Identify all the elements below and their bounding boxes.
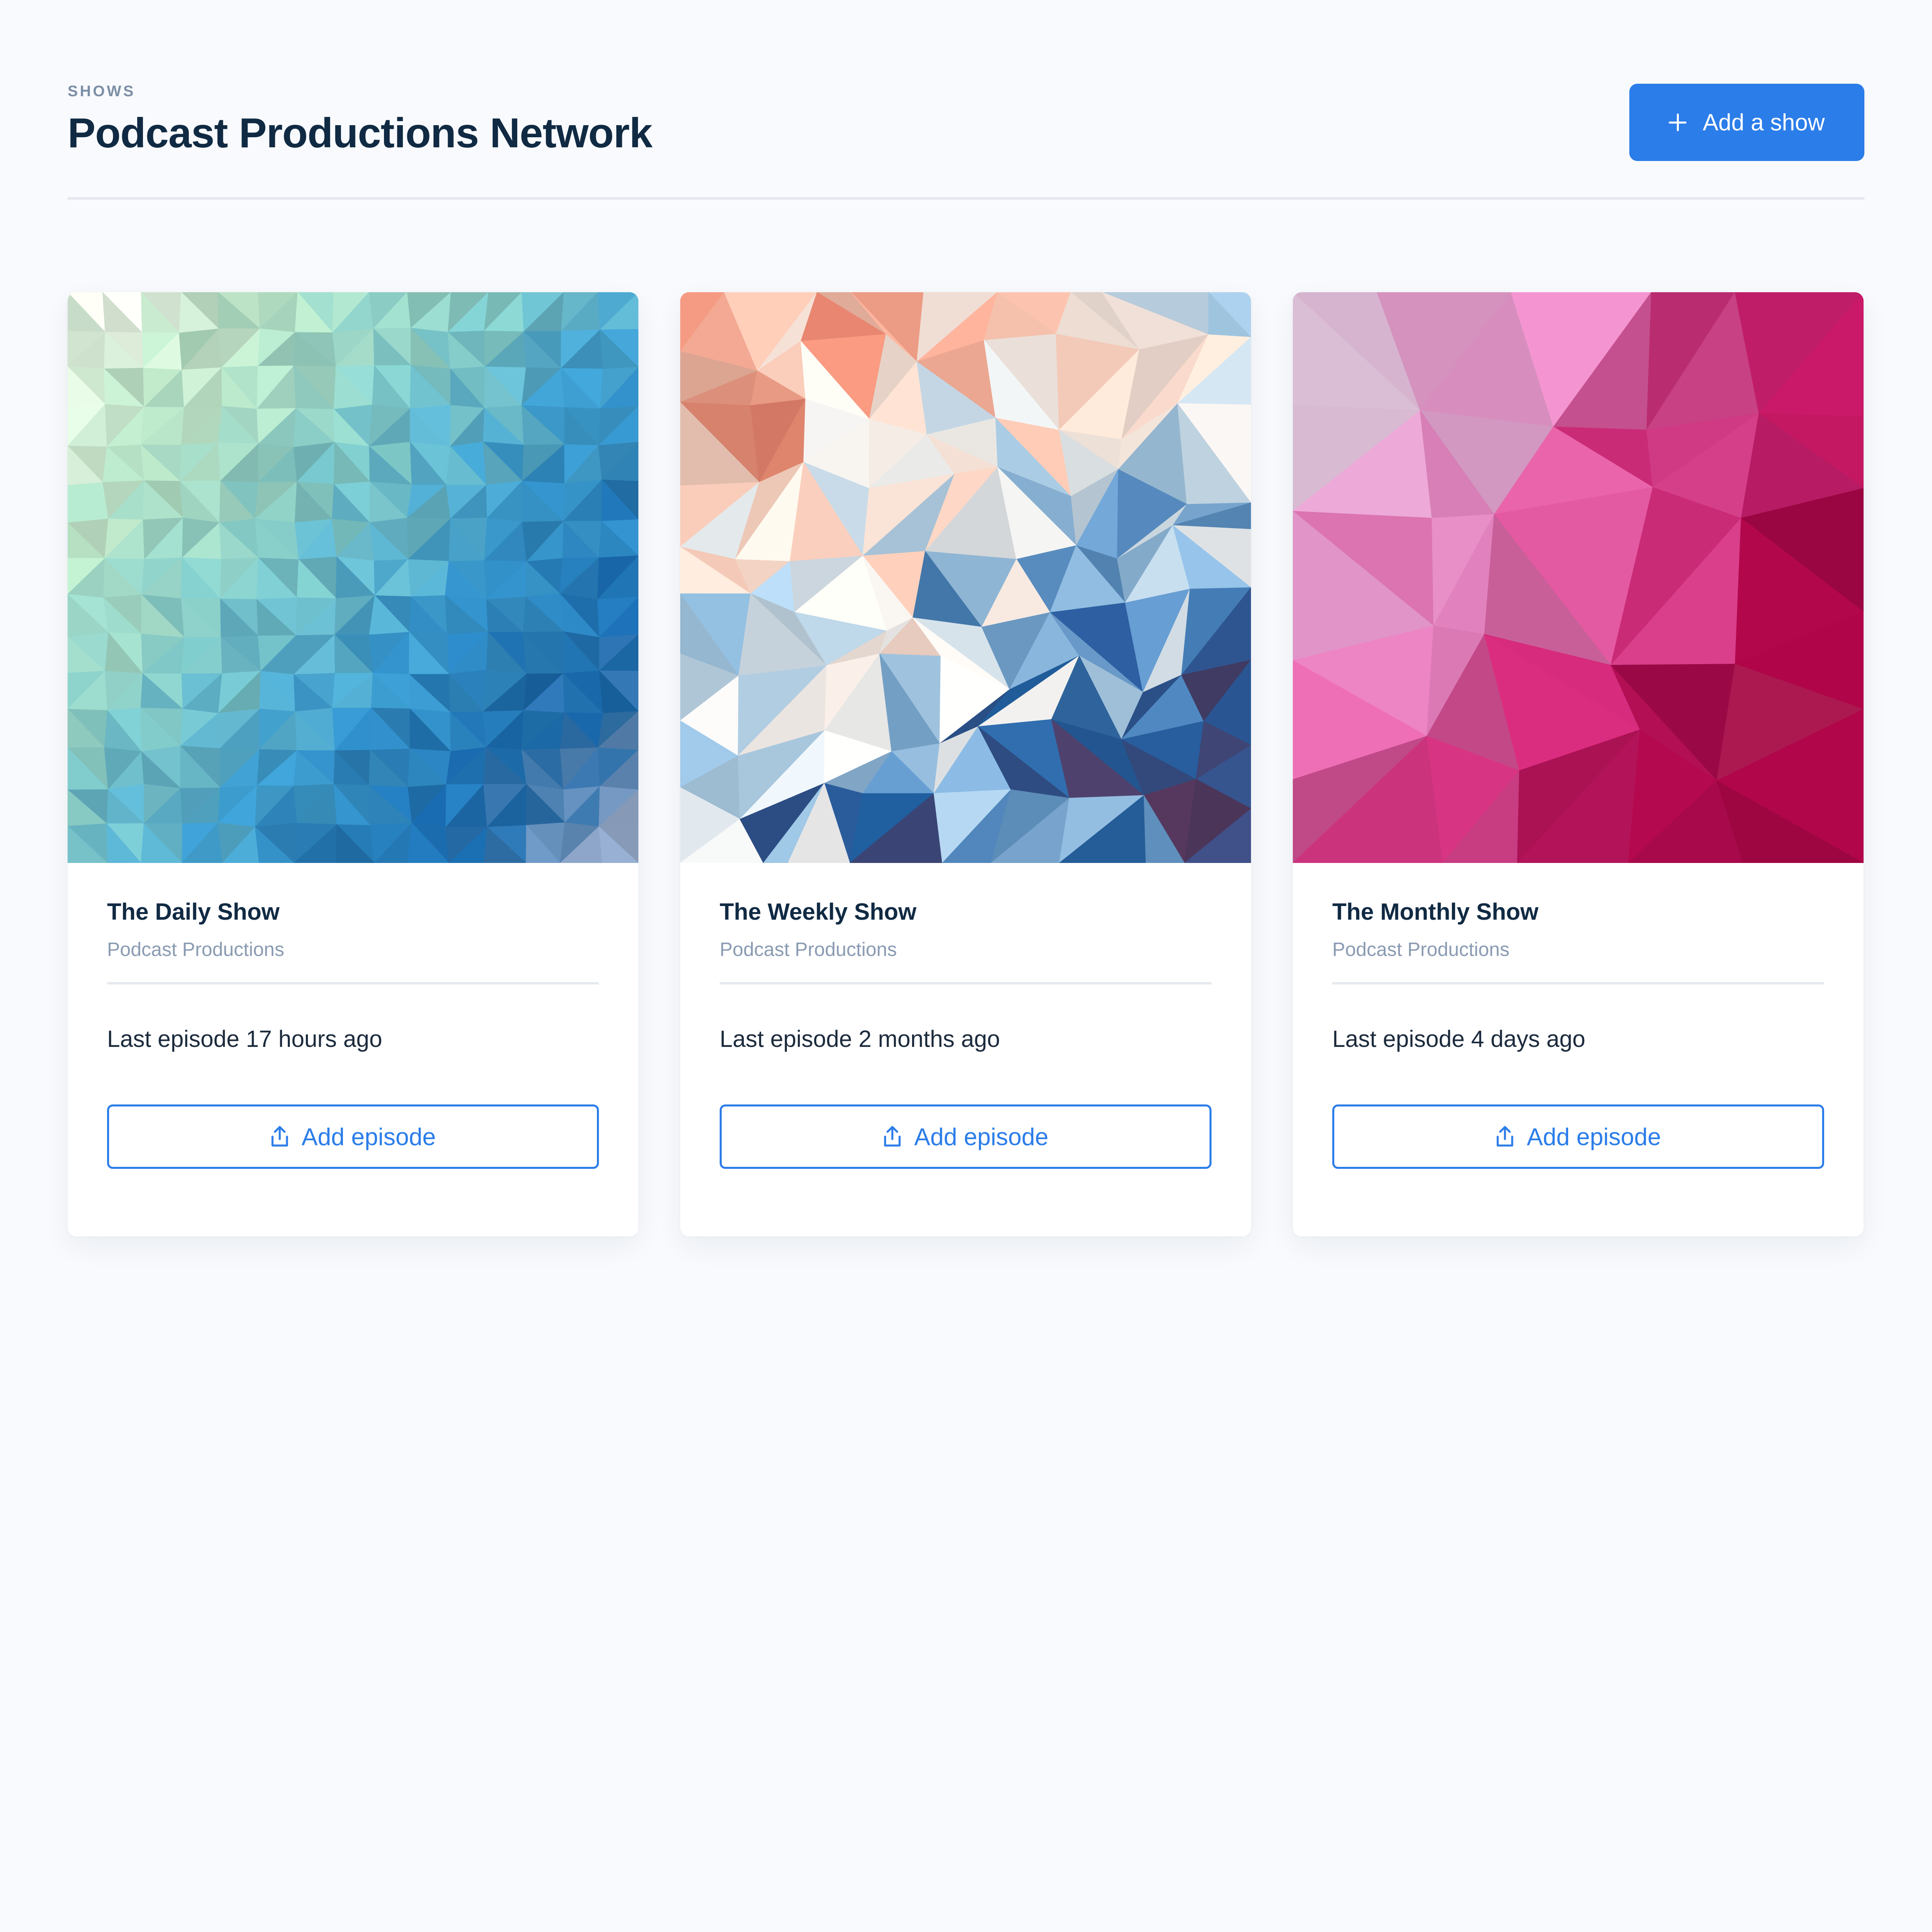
divider [107,982,599,985]
cover-artwork [68,292,638,863]
upload-icon [883,1125,902,1148]
show-card[interactable]: The Monthly Show Podcast Productions Las… [1293,292,1864,1236]
add-show-button[interactable]: Add a show [1629,84,1864,161]
last-episode-text: Last episode 4 days ago [1332,1026,1585,1052]
add-episode-button[interactable]: Add episode [107,1104,599,1169]
add-episode-label: Add episode [1527,1123,1661,1150]
card-body: The Weekly Show Podcast Productions Last… [720,863,1212,1236]
upload-icon [1495,1125,1515,1148]
show-card-grid: The Daily Show Podcast Productions Last … [68,292,1864,1238]
show-title[interactable]: The Weekly Show [720,898,916,925]
last-episode-text: Last episode 17 hours ago [107,1026,382,1052]
add-show-label: Add a show [1703,109,1825,136]
show-cover-image[interactable] [68,292,638,863]
show-title[interactable]: The Monthly Show [1332,898,1538,925]
divider [720,982,1212,985]
show-cover-image[interactable] [1293,292,1864,863]
show-network: Podcast Productions [107,939,285,960]
plus-icon [1669,114,1687,131]
add-episode-button[interactable]: Add episode [1332,1104,1824,1169]
page-title: Podcast Productions Network [68,110,652,157]
show-card[interactable]: The Daily Show Podcast Productions Last … [68,292,638,1236]
cover-artwork [680,292,1251,863]
card-body: The Monthly Show Podcast Productions Las… [1332,863,1824,1236]
show-title[interactable]: The Daily Show [107,898,280,925]
show-card[interactable]: The Weekly Show Podcast Productions Last… [680,292,1251,1236]
card-body: The Daily Show Podcast Productions Last … [107,863,599,1236]
page-header: SHOWS Podcast Productions Network Add a … [68,77,1864,200]
add-episode-button[interactable]: Add episode [720,1104,1212,1169]
add-episode-label: Add episode [914,1123,1049,1150]
shows-page: SHOWS Podcast Productions Network Add a … [0,0,1932,1932]
show-cover-image[interactable] [680,292,1251,863]
add-episode-label: Add episode [301,1123,436,1150]
show-network: Podcast Productions [1332,939,1510,960]
divider [1332,982,1824,985]
section-eyebrow: SHOWS [68,83,136,100]
last-episode-text: Last episode 2 months ago [720,1026,1000,1052]
cover-artwork [1293,292,1864,863]
show-network: Podcast Productions [720,939,897,960]
upload-icon [270,1125,289,1148]
